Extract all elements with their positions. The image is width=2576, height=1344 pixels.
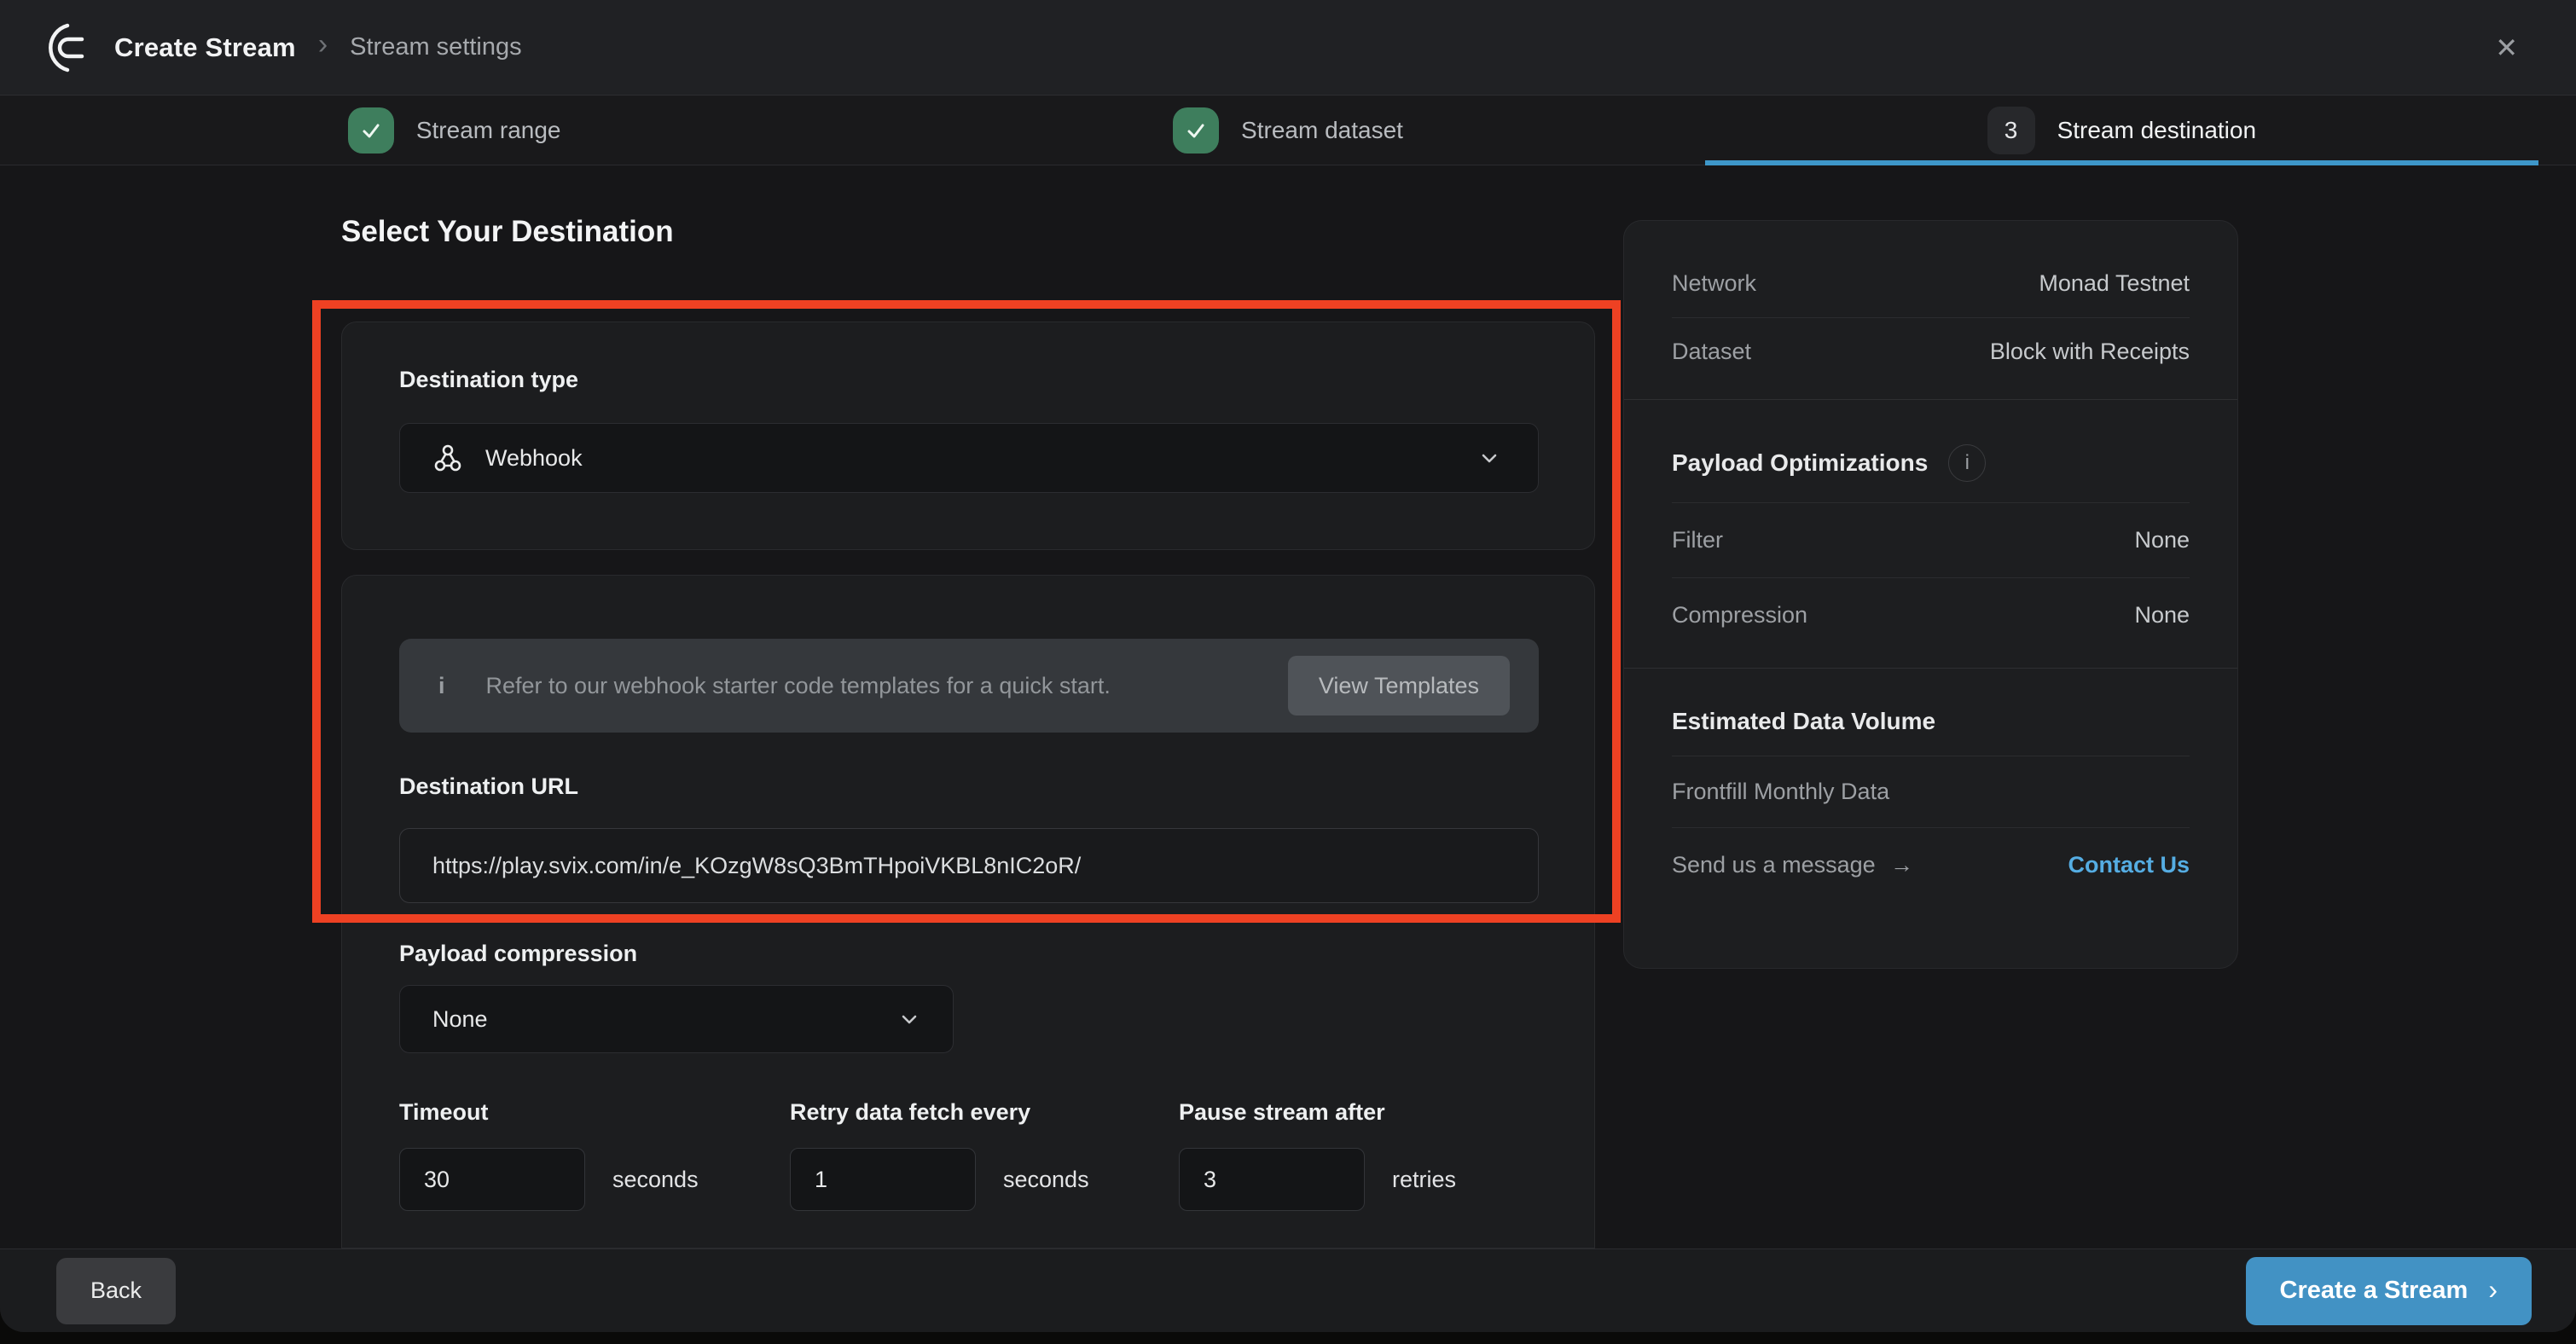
destination-type-label: Destination type bbox=[399, 367, 578, 393]
close-icon[interactable]: ✕ bbox=[2485, 27, 2528, 68]
info-banner-text: Refer to our webhook starter code templa… bbox=[486, 673, 1111, 699]
page-title: Create Stream bbox=[114, 32, 296, 63]
filter-label: Filter bbox=[1672, 527, 1723, 553]
destination-url-label: Destination URL bbox=[399, 773, 578, 800]
dataset-label: Dataset bbox=[1672, 339, 1751, 365]
retry-label: Retry data fetch every bbox=[790, 1099, 1089, 1126]
section-heading: Select Your Destination bbox=[341, 215, 674, 249]
network-label: Network bbox=[1672, 270, 1756, 297]
pause-after-label: Pause stream after bbox=[1179, 1099, 1456, 1126]
back-button[interactable]: Back bbox=[56, 1258, 176, 1324]
check-icon bbox=[1183, 118, 1209, 143]
contact-message-text: Send us a message bbox=[1672, 852, 1876, 878]
main-content: Select Your Destination Destination type… bbox=[0, 165, 2576, 1248]
webhook-icon bbox=[432, 443, 463, 473]
info-icon: i bbox=[438, 673, 445, 699]
pause-field-group: Pause stream after retries bbox=[1179, 1099, 1456, 1211]
summary-row-network: Network Monad Testnet bbox=[1672, 255, 2190, 317]
destination-url-input[interactable] bbox=[399, 828, 1539, 903]
breadcrumb-chevron-icon: › bbox=[318, 28, 328, 61]
payload-compression-select[interactable]: None bbox=[399, 985, 954, 1053]
timeout-label: Timeout bbox=[399, 1099, 699, 1126]
create-stream-modal: Create Stream › Stream settings ✕ Stream… bbox=[0, 0, 2576, 1332]
destination-type-card: Destination type Webhook bbox=[341, 322, 1595, 550]
check-icon bbox=[358, 118, 384, 143]
info-icon[interactable]: i bbox=[1948, 444, 1986, 482]
chevron-right-icon: › bbox=[2488, 1276, 2498, 1303]
streams-logo-icon bbox=[48, 23, 92, 72]
estimated-volume-heading-row: Estimated Data Volume bbox=[1672, 669, 2190, 756]
tab-stream-range[interactable]: Stream range bbox=[38, 96, 871, 165]
info-banner: i Refer to our webhook starter code temp… bbox=[399, 639, 1539, 733]
timeout-field-group: Timeout seconds bbox=[399, 1099, 699, 1211]
frontfill-label: Frontfill Monthly Data bbox=[1672, 779, 1889, 805]
network-value: Monad Testnet bbox=[2039, 270, 2190, 297]
view-templates-button[interactable]: View Templates bbox=[1288, 656, 1510, 715]
dataset-value: Block with Receipts bbox=[1990, 339, 2190, 365]
tab-label: Stream destination bbox=[2057, 117, 2256, 144]
tab-label: Stream dataset bbox=[1241, 117, 1403, 144]
retry-field-group: Retry data fetch every seconds bbox=[790, 1099, 1089, 1211]
payload-compression-label: Payload compression bbox=[399, 941, 637, 967]
contact-message-label: Send us a message → bbox=[1672, 852, 1913, 878]
timeout-input[interactable] bbox=[399, 1148, 585, 1211]
pause-retries-input[interactable] bbox=[1179, 1148, 1365, 1211]
timeout-unit: seconds bbox=[612, 1167, 699, 1193]
filter-value: None bbox=[2134, 527, 2190, 553]
create-stream-label: Create a Stream bbox=[2280, 1277, 2469, 1305]
destination-type-select[interactable]: Webhook bbox=[399, 423, 1539, 493]
step-number-badge: 3 bbox=[1987, 107, 2035, 154]
create-stream-button[interactable]: Create a Stream › bbox=[2246, 1257, 2532, 1325]
estimated-volume-heading: Estimated Data Volume bbox=[1672, 708, 1935, 735]
contact-us-link[interactable]: Contact Us bbox=[2068, 852, 2190, 878]
retry-interval-input[interactable] bbox=[790, 1148, 976, 1211]
payload-optimizations-heading: Payload Optimizations bbox=[1672, 449, 1928, 477]
step-tabs: Stream range Stream dataset 3 Stream des… bbox=[0, 96, 2576, 165]
tab-stream-dataset[interactable]: Stream dataset bbox=[871, 96, 1704, 165]
step-complete-badge bbox=[348, 107, 394, 154]
top-bar: Create Stream › Stream settings ✕ bbox=[0, 0, 2576, 96]
footer-bar: Back Create a Stream › bbox=[0, 1248, 2576, 1332]
tab-label: Stream range bbox=[416, 117, 561, 144]
stream-summary-panel: Network Monad Testnet Dataset Block with… bbox=[1623, 220, 2238, 969]
compression-label: Compression bbox=[1672, 602, 1807, 629]
summary-row-compression: Compression None bbox=[1672, 578, 2190, 668]
chevron-down-icon bbox=[896, 1006, 922, 1032]
summary-row-dataset: Dataset Block with Receipts bbox=[1672, 318, 2190, 399]
compression-value: None bbox=[2134, 602, 2190, 629]
breadcrumb-current: Stream settings bbox=[350, 33, 521, 61]
webhook-settings-card: i Refer to our webhook starter code temp… bbox=[341, 575, 1595, 1248]
tab-stream-destination[interactable]: 3 Stream destination bbox=[1705, 96, 2538, 165]
summary-row-frontfill: Frontfill Monthly Data bbox=[1672, 756, 2190, 827]
step-complete-badge bbox=[1173, 107, 1219, 154]
summary-row-contact: Send us a message → Contact Us bbox=[1672, 828, 2190, 902]
summary-row-filter: Filter None bbox=[1672, 503, 2190, 577]
chevron-down-icon bbox=[1477, 445, 1502, 471]
destination-type-value: Webhook bbox=[485, 445, 583, 472]
retry-unit: seconds bbox=[1003, 1167, 1089, 1193]
payload-optimizations-heading-row: Payload Optimizations i bbox=[1672, 400, 2190, 502]
pause-unit: retries bbox=[1392, 1167, 1456, 1193]
arrow-right-icon: → bbox=[1890, 852, 1913, 878]
payload-compression-value: None bbox=[432, 1006, 488, 1033]
